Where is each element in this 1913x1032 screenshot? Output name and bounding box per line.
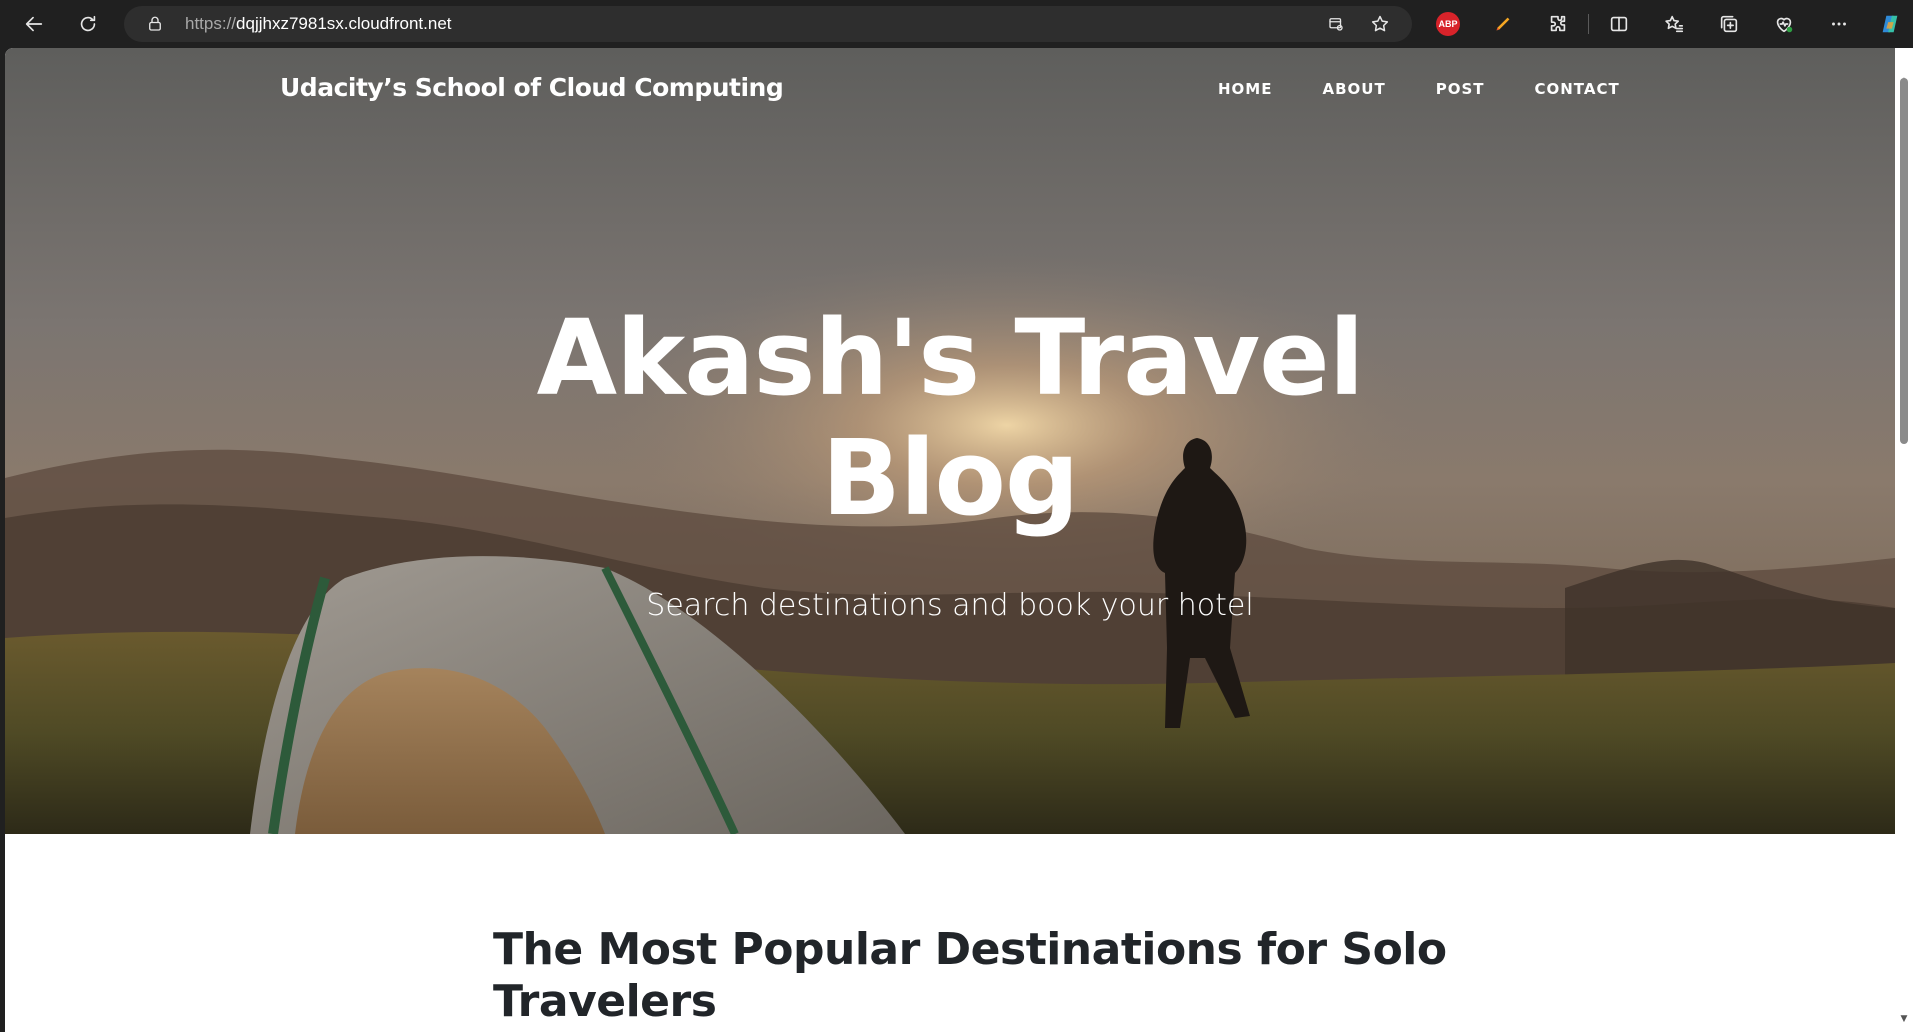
url-scheme: https:// bbox=[185, 14, 237, 33]
url-text[interactable]: https://dqjjhxz7981sx.cloudfront.net bbox=[185, 14, 452, 34]
hero-title: Akash's Travel Blog bbox=[450, 298, 1450, 538]
nav-home-link[interactable]: Home bbox=[1218, 80, 1272, 98]
nav-links: Home About Post Contact bbox=[1218, 80, 1670, 98]
scrollbar-thumb[interactable] bbox=[1900, 78, 1908, 444]
browser-toolbar: https://dqjjhxz7981sx.cloudfront.net ABP bbox=[0, 0, 1913, 48]
toolbar-divider bbox=[1588, 14, 1589, 34]
favorite-star-icon[interactable] bbox=[1364, 8, 1396, 40]
address-bar[interactable]: https://dqjjhxz7981sx.cloudfront.net bbox=[124, 6, 1412, 42]
split-screen-icon[interactable] bbox=[1603, 8, 1635, 40]
post-title-line-2: Travelers bbox=[493, 976, 717, 1027]
refresh-icon[interactable] bbox=[72, 8, 104, 40]
nav-post-link[interactable]: Post bbox=[1436, 80, 1485, 98]
hero-title-line-1: Akash's Travel bbox=[536, 297, 1365, 419]
favorites-icon[interactable] bbox=[1658, 8, 1690, 40]
more-menu-icon[interactable] bbox=[1823, 8, 1855, 40]
page-viewport: Udacity’s School of Cloud Computing Home… bbox=[5, 48, 1895, 1032]
post-title-line-1: The Most Popular Destinations for Solo bbox=[493, 924, 1447, 975]
scroll-down-arrow-icon[interactable]: ▼ bbox=[1899, 1014, 1909, 1024]
hero-subtitle: Search destinations and book your hotel bbox=[646, 588, 1254, 623]
page-scrollbar[interactable]: ▲ ▼ bbox=[1895, 48, 1913, 1032]
abp-badge: ABP bbox=[1436, 12, 1460, 36]
browser-essentials-icon[interactable] bbox=[1768, 8, 1800, 40]
hero-header: Udacity’s School of Cloud Computing Home… bbox=[5, 48, 1895, 834]
lock-icon[interactable] bbox=[146, 15, 164, 33]
extensions-icon[interactable] bbox=[1542, 8, 1574, 40]
site-brand-link[interactable]: Udacity’s School of Cloud Computing bbox=[280, 73, 784, 102]
copilot-icon[interactable] bbox=[1874, 8, 1906, 40]
nav-contact-link[interactable]: Contact bbox=[1534, 80, 1619, 98]
post-title-link[interactable]: The Most Popular Destinations for Solo T… bbox=[493, 924, 1493, 1028]
url-host: dqjjhxz7981sx.cloudfront.net bbox=[236, 14, 452, 33]
site-navbar: Udacity’s School of Cloud Computing Home… bbox=[5, 48, 1895, 138]
highlighter-icon[interactable] bbox=[1487, 8, 1519, 40]
hero-title-line-2: Blog bbox=[821, 417, 1080, 539]
collections-icon[interactable] bbox=[1713, 8, 1745, 40]
app-available-icon[interactable] bbox=[1320, 8, 1352, 40]
adblock-icon[interactable]: ABP bbox=[1432, 8, 1464, 40]
nav-about-link[interactable]: About bbox=[1322, 80, 1385, 98]
back-arrow-icon[interactable] bbox=[18, 8, 50, 40]
